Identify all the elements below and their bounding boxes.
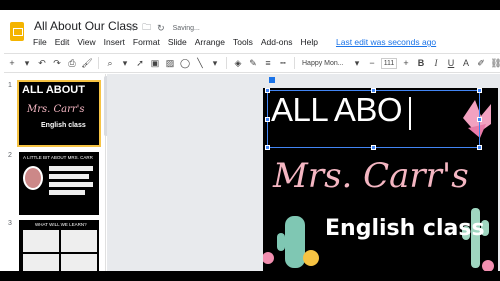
print-icon[interactable]: ⎙ [66,56,78,70]
chevron-down-icon[interactable]: ▾ [21,56,33,70]
slide-subtitle[interactable]: English class [325,216,485,241]
thumb-name: Mrs. Carr's [27,104,85,115]
teacher-photo [23,166,43,190]
slides-logo-icon[interactable] [10,22,24,41]
text-line [49,166,93,171]
menu-format[interactable]: Format [133,37,160,47]
text-line [49,174,89,179]
border-color-icon[interactable]: ✎ [247,56,259,70]
resize-handle[interactable] [265,117,270,122]
resize-handle[interactable] [371,145,376,150]
thumb-subtitle: English class [41,122,86,129]
content-box [23,230,59,252]
document-title[interactable]: All About Our Class [34,19,138,33]
slide-thumbnail-3[interactable]: WHAT WILL WE LEARN? [19,220,99,271]
toolbar-divider [294,57,295,69]
zoom-chevron-icon[interactable]: ▾ [119,56,131,70]
slide-thumbnail-2[interactable]: A LITTLE BIT ABOUT MRS. CARR [19,152,99,215]
resize-handle[interactable] [371,88,376,93]
resize-handle[interactable] [265,145,270,150]
move-folder-icon[interactable]: 🗀 [142,20,151,36]
redo-icon[interactable]: ↷ [51,56,63,70]
toolbar-divider [226,57,227,69]
toolbar-divider [98,57,99,69]
text-line [49,190,85,195]
slide-number: 2 [8,152,12,159]
resize-handle[interactable] [477,117,482,122]
increase-size-icon[interactable]: + [400,56,412,70]
italic-button[interactable]: I [430,56,442,70]
font-chevron-icon[interactable]: ▾ [351,56,363,70]
last-edit-link[interactable]: Last edit was seconds ago [336,37,436,47]
title-actions: ☆ 🗀 ↻ Saving... [128,20,200,36]
select-icon[interactable]: ➚ [134,56,146,70]
border-weight-icon[interactable]: ≡ [262,56,274,70]
shape-icon[interactable]: ◯ [179,56,191,70]
saving-status: Saving... [172,24,200,32]
app-window: All About Our Class ☆ 🗀 ↻ Saving... File… [0,10,500,271]
content-box [61,230,97,252]
resize-handle[interactable] [477,145,482,150]
menu-bar: File Edit View Insert Format Slide Arran… [33,37,436,47]
link-icon[interactable]: ⛓ [490,56,500,70]
menu-add-ons[interactable]: Add-ons [261,37,293,47]
slide-canvas[interactable]: ALL ABO Mrs. Carr's English class [263,88,498,271]
slide-number: 1 [8,82,12,89]
bold-button[interactable]: B [415,56,427,70]
underline-button[interactable]: U [445,56,457,70]
line-chevron-icon[interactable]: ▾ [209,56,221,70]
font-size-input[interactable]: 111 [381,57,397,69]
undo-icon[interactable]: ↶ [36,56,48,70]
slide-teacher-name[interactable]: Mrs. Carr's [273,156,469,196]
star-icon[interactable]: ☆ [128,23,136,34]
slide-filmstrip: 1 ALL ABOUT Mrs. Carr's English class 2 … [0,74,106,271]
resize-handle[interactable] [477,88,482,93]
thumb-title: A LITTLE BIT ABOUT MRS. CARR [23,155,93,160]
saving-icon: ↻ [157,22,165,33]
text-selection-box[interactable] [265,88,482,150]
menu-edit[interactable]: Edit [55,37,70,47]
fill-color-icon[interactable]: ◈ [232,56,244,70]
line-icon[interactable]: ╲ [194,56,206,70]
highlight-icon[interactable]: ✐ [475,56,487,70]
thumb-title: ALL ABOUT [22,84,85,96]
menu-slide[interactable]: Slide [168,37,187,47]
menu-file[interactable]: File [33,37,47,47]
text-color-button[interactable]: A [460,56,472,70]
paint-format-icon[interactable]: 🖌 [81,56,93,70]
text-box-icon[interactable]: ▣ [149,56,161,70]
content-box [23,254,59,271]
content-box [61,254,97,271]
thumb-title: WHAT WILL WE LEARN? [35,222,87,227]
text-line [49,182,93,187]
decrease-size-icon[interactable]: − [366,56,378,70]
slide-thumbnail-1[interactable]: ALL ABOUT Mrs. Carr's English class [17,80,101,147]
new-slide-icon[interactable]: + [6,56,18,70]
slide-number: 3 [8,220,12,227]
font-select[interactable]: Happy Mon... [300,56,348,70]
menu-help[interactable]: Help [301,37,318,47]
menu-view[interactable]: View [77,37,95,47]
ruler-indent-marker[interactable] [269,77,275,83]
editor-canvas: ALL ABO Mrs. Carr's English class [107,74,500,271]
menu-insert[interactable]: Insert [104,37,125,47]
border-dash-icon[interactable]: ┅ [277,56,289,70]
image-icon[interactable]: ▨ [164,56,176,70]
toolbar: + ▾ ↶ ↷ ⎙ 🖌 ⌕ ▾ ➚ ▣ ▨ ◯ ╲ ▾ ◈ ✎ ≡ ┅ Happ… [4,53,500,73]
resize-handle[interactable] [265,88,270,93]
menu-arrange[interactable]: Arrange [195,37,225,47]
menu-tools[interactable]: Tools [233,37,253,47]
zoom-icon[interactable]: ⌕ [104,56,116,70]
